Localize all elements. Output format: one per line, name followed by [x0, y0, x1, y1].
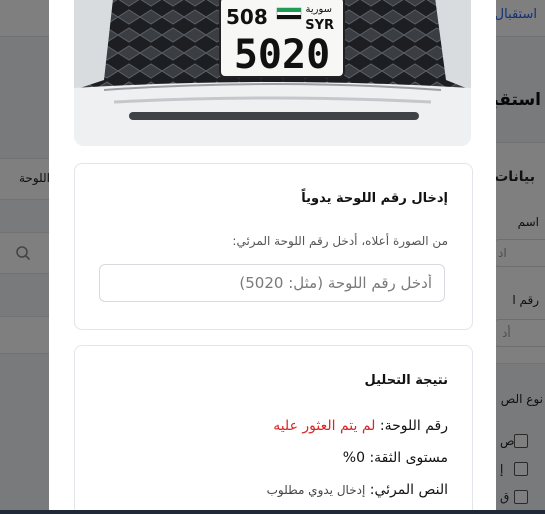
confidence-value: 0%	[342, 450, 365, 466]
plate-result-label: رقم اللوحة:	[379, 418, 448, 434]
taskbar-strip	[0, 510, 545, 514]
plate-result-row: رقم اللوحة: لم يتم العثور عليه	[273, 418, 448, 434]
visible-text-row: النص المرئي: إدخال يدوي مطلوب	[267, 482, 448, 498]
plate-number-input[interactable]	[99, 264, 445, 302]
plate-country-arabic: سورية	[305, 4, 332, 15]
confidence-row: مستوى الثقة: 0%	[343, 450, 448, 466]
manual-entry-title: إدخال رقم اللوحة يدوياً	[301, 191, 448, 206]
manual-entry-panel: إدخال رقم اللوحة يدوياً من الصورة أعلاه،…	[74, 163, 473, 330]
car-front-image: 508 سورية SYR 5020	[74, 0, 471, 146]
visible-text-label: النص المرئي:	[369, 482, 448, 498]
vehicle-photo: 508 سورية SYR 5020	[74, 0, 471, 146]
analysis-result-panel: نتيجة التحليل رقم اللوحة: لم يتم العثور …	[74, 345, 473, 510]
confidence-label: مستوى الثقة:	[369, 450, 448, 466]
plate-country-code: SYR	[305, 18, 334, 33]
plate-result-value: لم يتم العثور عليه	[273, 418, 376, 434]
plate-main-number: 5020	[234, 32, 330, 78]
visible-text-value: إدخال يدوي مطلوب	[266, 483, 366, 497]
manual-entry-hint: من الصورة أعلاه، أدخل رقم اللوحة المرئي:	[232, 234, 448, 248]
plate-top-number: 508	[226, 5, 268, 29]
analysis-title: نتيجة التحليل	[364, 373, 448, 388]
plate-recognition-modal: 508 سورية SYR 5020 إدخال رقم اللوحة يدوي…	[49, 0, 496, 510]
